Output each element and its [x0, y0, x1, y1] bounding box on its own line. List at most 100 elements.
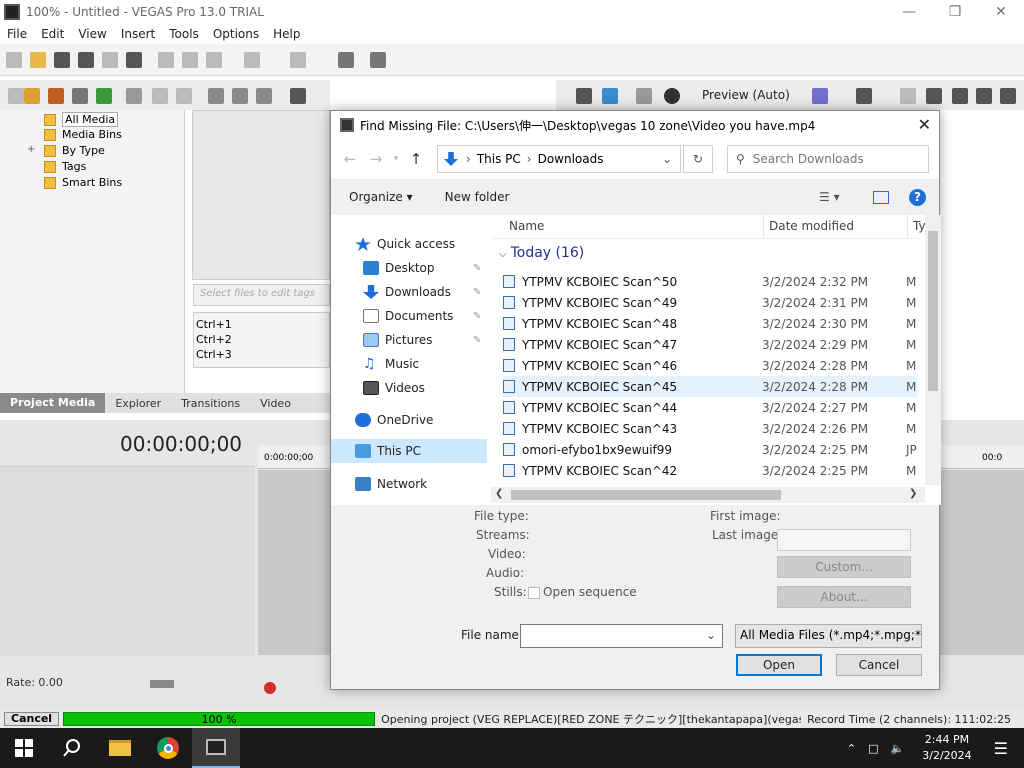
- expand-icon[interactable]: +: [27, 144, 35, 155]
- open-sequence-checkbox[interactable]: [528, 587, 540, 599]
- pin-icon[interactable]: ✎: [473, 311, 481, 322]
- column-name[interactable]: Name: [509, 219, 544, 233]
- menu-help[interactable]: Help: [266, 27, 307, 41]
- delete-icon[interactable]: [126, 88, 142, 104]
- close-icon[interactable]: ✕: [918, 115, 931, 134]
- nav-videos[interactable]: Videos: [363, 381, 425, 395]
- pin-icon[interactable]: ✎: [473, 335, 481, 346]
- save-as-icon[interactable]: [78, 52, 94, 68]
- view-options-icon[interactable]: ☰ ▾: [819, 190, 840, 204]
- tab-project-media[interactable]: Project Media: [0, 393, 106, 413]
- column-type[interactable]: Ty: [913, 219, 926, 233]
- search-taskbar-button[interactable]: [48, 728, 96, 768]
- breadcrumb-this-pc[interactable]: This PC: [477, 152, 521, 166]
- copy-snapshot-icon[interactable]: [856, 88, 872, 104]
- tree-item-all-media[interactable]: All Media: [44, 112, 119, 127]
- tab-video-fx[interactable]: Video: [250, 397, 301, 410]
- nav-pictures[interactable]: Pictures: [363, 333, 433, 347]
- file-type-filter[interactable]: All Media Files (*.mp4;*.mpg;*.j: [735, 624, 922, 648]
- whats-this-icon[interactable]: [370, 52, 386, 68]
- start-button[interactable]: [0, 728, 48, 768]
- tree-item-tags[interactable]: Tags: [44, 160, 86, 173]
- grid-icon[interactable]: [812, 88, 828, 104]
- up-icon[interactable]: ↑: [403, 150, 429, 168]
- undo-icon[interactable]: [244, 52, 260, 68]
- audio-levels-icon[interactable]: [1000, 88, 1016, 104]
- trimmer-loop-icon[interactable]: [952, 88, 968, 104]
- trimmer-fit-icon[interactable]: [976, 88, 992, 104]
- nav-quick-access[interactable]: Quick access: [355, 237, 455, 251]
- clock[interactable]: 2:44 PM 3/2/2024: [922, 732, 971, 764]
- group-header-today[interactable]: ⌵ Today (16): [499, 245, 584, 261]
- capture-video-icon[interactable]: [48, 88, 64, 104]
- chevron-up-icon[interactable]: ⌃: [847, 742, 856, 755]
- nav-network[interactable]: Network: [355, 477, 427, 491]
- paste-icon[interactable]: [206, 52, 222, 68]
- file-name-input[interactable]: ⌄: [520, 624, 723, 648]
- file-row[interactable]: YTPMV KCBOIEC Scan^49 3/2/2024 2:31 PM M: [503, 292, 917, 313]
- external-monitor-icon[interactable]: [602, 88, 618, 104]
- tree-item-by-type[interactable]: By Type: [44, 144, 105, 157]
- notifications-icon[interactable]: ☰: [994, 739, 1008, 758]
- scroll-thumb[interactable]: [511, 490, 781, 500]
- recent-locations-icon[interactable]: ▾: [389, 154, 403, 164]
- vegas-taskbar[interactable]: [192, 728, 240, 768]
- chevron-down-icon[interactable]: ⌄: [662, 152, 672, 166]
- tree-item-smart-bins[interactable]: Smart Bins: [44, 176, 122, 189]
- open-icon[interactable]: [30, 52, 46, 68]
- tree-item-media-bins[interactable]: Media Bins: [44, 128, 122, 141]
- preview-props-icon[interactable]: [576, 88, 592, 104]
- file-row[interactable]: YTPMV KCBOIEC Scan^48 3/2/2024 2:30 PM M: [503, 313, 917, 334]
- scroll-thumb[interactable]: [928, 231, 938, 391]
- back-icon[interactable]: ←: [337, 150, 363, 168]
- file-row[interactable]: YTPMV KCBOIEC Scan^46 3/2/2024 2:28 PM M: [503, 355, 917, 376]
- import-media-icon[interactable]: [24, 88, 40, 104]
- preview-quality[interactable]: Preview (Auto): [702, 88, 790, 102]
- media-menu-icon[interactable]: [8, 88, 24, 104]
- cancel-load-button[interactable]: Cancel: [4, 712, 60, 726]
- render-icon[interactable]: [102, 52, 118, 68]
- redo-icon[interactable]: [290, 52, 306, 68]
- play-icon[interactable]: [208, 88, 224, 104]
- search-input[interactable]: ⚲ Search Downloads: [727, 145, 929, 173]
- file-row[interactable]: omori-efybo1bx9ewuif99 3/2/2024 2:25 PM JP: [503, 439, 917, 460]
- enable-snapping-icon[interactable]: [338, 52, 354, 68]
- views-icon[interactable]: [290, 88, 306, 104]
- horizontal-scrollbar[interactable]: ❮ ❯: [491, 487, 925, 503]
- file-explorer-taskbar[interactable]: [96, 728, 144, 768]
- pin-icon[interactable]: ✎: [473, 287, 481, 298]
- file-row[interactable]: YTPMV KCBOIEC Scan^43 3/2/2024 2:26 PM M: [503, 418, 917, 439]
- overlays-icon[interactable]: [664, 88, 680, 104]
- nav-documents[interactable]: Documents: [363, 309, 453, 323]
- menu-edit[interactable]: Edit: [34, 27, 71, 41]
- restore-button[interactable]: ❐: [932, 0, 978, 24]
- trimmer-properties-icon[interactable]: [926, 88, 942, 104]
- rate-slider[interactable]: [150, 680, 174, 688]
- chrome-taskbar[interactable]: [144, 728, 192, 768]
- scroll-left-icon[interactable]: ❮: [495, 488, 503, 499]
- scroll-right-icon[interactable]: ❯: [909, 488, 917, 499]
- get-media-web-icon[interactable]: [72, 88, 88, 104]
- cancel-button[interactable]: Cancel: [836, 654, 922, 676]
- nav-downloads[interactable]: Downloads: [363, 285, 451, 299]
- column-date-modified[interactable]: Date modified: [769, 219, 854, 233]
- new-icon[interactable]: [6, 52, 22, 68]
- tab-transitions[interactable]: Transitions: [171, 397, 250, 410]
- nav-desktop[interactable]: Desktop: [363, 261, 435, 275]
- menu-file[interactable]: File: [0, 27, 34, 41]
- network-icon[interactable]: □: [868, 742, 878, 755]
- open-button[interactable]: Open: [736, 654, 822, 676]
- tab-explorer[interactable]: Explorer: [105, 397, 171, 410]
- pin-icon[interactable]: ✎: [473, 263, 481, 274]
- file-row[interactable]: YTPMV KCBOIEC Scan^44 3/2/2024 2:27 PM M: [503, 397, 917, 418]
- record-icon[interactable]: [264, 682, 276, 694]
- address-bar[interactable]: › This PC › Downloads ⌄: [437, 145, 681, 173]
- volume-icon[interactable]: 🔈: [891, 742, 905, 755]
- tag-input[interactable]: Select files to edit tags: [193, 284, 330, 306]
- vertical-scrollbar[interactable]: [925, 215, 941, 485]
- split-screen-icon[interactable]: [636, 88, 652, 104]
- chevron-down-icon[interactable]: ⌄: [706, 628, 716, 642]
- file-row[interactable]: YTPMV KCBOIEC Scan^42 3/2/2024 2:25 PM M: [503, 460, 917, 481]
- stop-icon[interactable]: [232, 88, 248, 104]
- refresh-icon[interactable]: ↻: [683, 145, 713, 173]
